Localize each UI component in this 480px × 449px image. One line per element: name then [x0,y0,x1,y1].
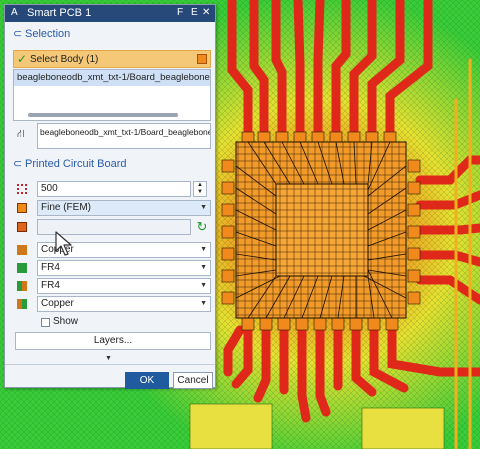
layer-icon [17,281,27,291]
layer-icon [17,299,27,309]
show-checkbox[interactable] [41,318,50,327]
cube-icon[interactable] [197,54,207,64]
component-icon [17,222,27,232]
divider [5,364,215,365]
mesh-icon [17,203,27,213]
ok-button[interactable]: OK [125,372,169,389]
layers-button[interactable]: Layers... [15,332,211,350]
mesh-dropdown-value: Fine (FEM) [41,202,91,213]
mouse-cursor-icon [55,231,72,256]
selection-list[interactable]: beagleboneodb_xmt_txt-1/Board_beaglebone… [13,69,211,121]
pcb-section-header[interactable]: ⊂ Printed Circuit Board [13,157,127,170]
material-dropdown-3[interactable]: FR4 ▼ [37,278,211,294]
select-body-row[interactable]: ✓ Select Body (1) [13,50,211,68]
pcb-header-label: Printed Circuit Board [25,158,127,170]
material-dropdown-4[interactable]: Copper ▼ [37,296,211,312]
collapse-caret-icon: ⊂ [13,158,23,170]
spin-icon[interactable]: ▲ ▼ [193,181,207,197]
material-2-value: FR4 [41,262,60,273]
layer-icon [17,263,27,273]
material-dropdown-2[interactable]: FR4 ▼ [37,260,211,276]
close-icon[interactable]: ✕ [202,7,210,18]
dropdown-arrow-icon: ▼ [200,204,207,211]
refresh-icon[interactable]: ↻ [195,219,209,235]
cancel-button[interactable]: Cancel [173,372,213,389]
dropdown-arrow-icon: ▼ [200,300,207,307]
show-label: Show [53,316,79,327]
select-body-label: Select Body (1) [30,54,99,65]
material-3-value: FR4 [41,280,60,291]
path-field[interactable]: beagleboneodb_xmt_txt-1/Board_beaglebone… [37,123,211,149]
mesh-dropdown[interactable]: Fine (FEM) ▼ [37,200,211,216]
list-item[interactable]: beagleboneodb_xmt_txt-1/Board_beaglebone… [14,70,210,86]
titlebar-e-button[interactable]: E [191,7,198,18]
dialog-titlebar[interactable]: A Smart PCB 1 F E ✕ [5,5,215,22]
thickness-input[interactable]: 500 [37,181,191,197]
selection-header-label: Selection [25,28,71,40]
more-options-icon[interactable]: ▼ [105,355,112,362]
dropdown-arrow-icon: ▼ [200,246,207,253]
horizontal-scrollbar[interactable] [28,113,178,117]
dropdown-arrow-icon: ▼ [200,282,207,289]
collapse-caret-icon: ⊂ [13,28,23,40]
titlebar-f-button[interactable]: F [177,7,183,18]
material-4-value: Copper [41,298,74,309]
app-icon: A [11,7,18,18]
check-icon: ✓ [17,52,28,66]
dialog-title: Smart PCB 1 [27,7,92,19]
thickness-icon [17,184,27,194]
dropdown-arrow-icon: ▼ [200,264,207,271]
ic-package [235,141,407,319]
layer-icon [17,245,27,255]
selection-section-header[interactable]: ⊂ Selection [13,27,70,40]
smart-pcb-dialog: A Smart PCB 1 F E ✕ ⊂ Selection ✓ Select … [4,4,216,389]
path-icon: ⛙ [17,128,25,140]
